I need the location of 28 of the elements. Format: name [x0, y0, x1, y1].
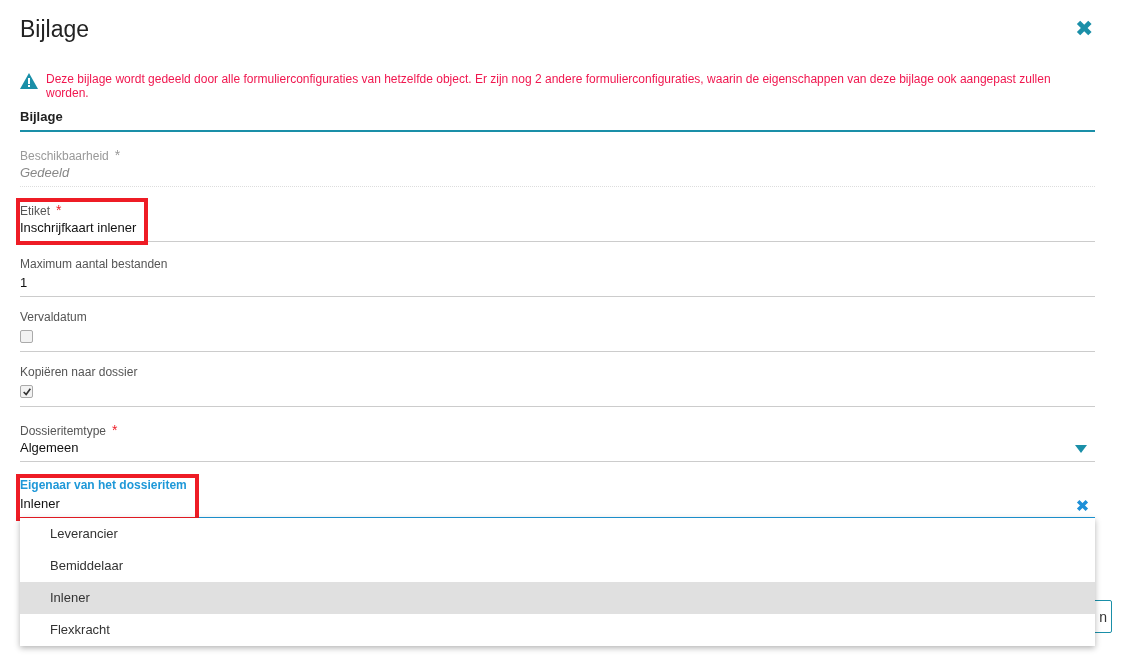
text-field[interactable]: Inschrijfkaart inlener	[20, 219, 137, 237]
field-label: Beschikbaarheid	[20, 149, 109, 163]
clear-icon[interactable]	[1076, 499, 1089, 512]
dropdown-option[interactable]: Leverancier	[20, 518, 1095, 550]
close-button[interactable]: ✖	[1075, 18, 1093, 40]
field-value: Gedeeld	[20, 164, 71, 182]
caret-icon[interactable]	[1075, 445, 1087, 453]
section-header: Bijlage	[20, 100, 1095, 132]
required-asterisk: *	[112, 422, 118, 438]
select-value[interactable]: Algemeen	[20, 439, 118, 457]
combobox-field[interactable]: Inlener	[20, 495, 187, 513]
dropdown-option[interactable]: Flexkracht	[20, 614, 1095, 646]
dropdown-option[interactable]: Bemiddelaar	[20, 550, 1095, 582]
dropdown-option[interactable]: Inlener	[20, 582, 1095, 614]
checkbox[interactable]	[20, 385, 33, 398]
field-label: Dossieritemtype	[20, 424, 107, 438]
text-field[interactable]: 1	[20, 274, 168, 292]
field-label: Vervaldatum	[20, 310, 87, 324]
warning-message: Deze bijlage wordt gedeeld door alle formulierconfiguraties van hetzelfde object. Er zijn nog 2 andere formulierconfiguraties, waarin de eigenschappen van deze bijlage ook aangepast zullen worden.	[46, 72, 1052, 100]
field-label: Maximum aantal bestanden	[20, 257, 168, 271]
dialog-title: Bijlage	[20, 15, 90, 43]
required-asterisk: *	[114, 147, 121, 163]
field-label: Kopiëren naar dossier	[20, 365, 138, 379]
checkbox[interactable]	[20, 330, 33, 343]
warning-icon	[20, 73, 38, 89]
field-label: Eigenaar van het dossieritem	[20, 478, 187, 492]
field-label: Etiket	[20, 204, 50, 218]
required-asterisk: *	[56, 202, 62, 218]
